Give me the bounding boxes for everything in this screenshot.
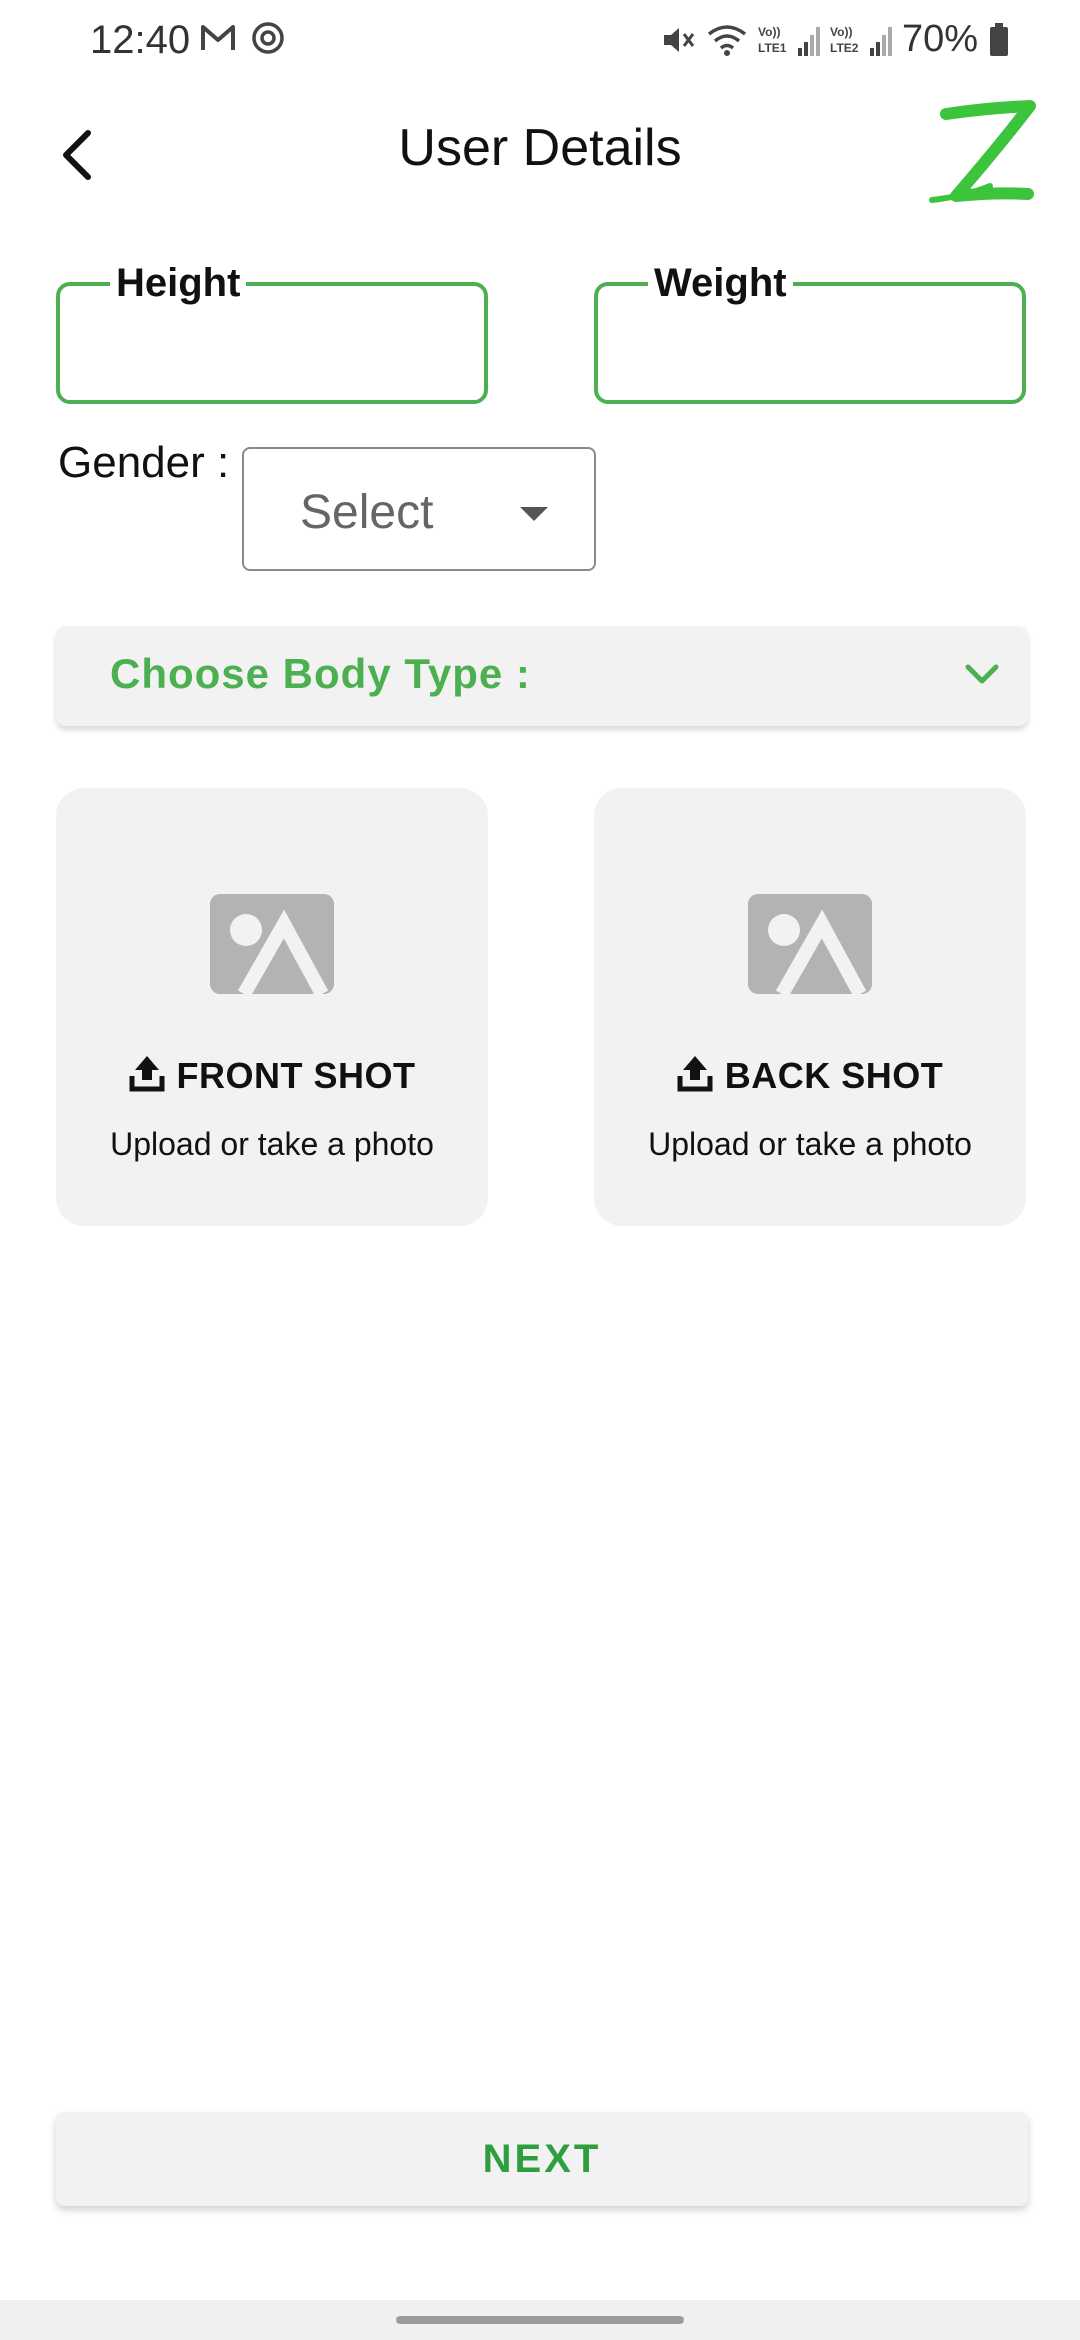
weight-input[interactable] [618,316,1002,376]
back-shot-subtitle: Upload or take a photo [648,1126,972,1162]
mute-icon [660,22,696,58]
wifi-icon [706,22,748,58]
front-shot-label: FRONT SHOT [176,1054,416,1096]
height-field[interactable]: Height [56,258,488,404]
signal-lte2-icon: Vo)) LTE2 [830,22,892,58]
svg-text:LTE1: LTE1 [758,41,787,55]
gender-label: Gender : [58,438,230,487]
svg-text:Vo)): Vo)) [758,25,780,39]
status-bar: 12:40 Vo)) LTE1 Vo)) LTE2 70% [0,0,1080,84]
svg-text:LTE2: LTE2 [830,41,859,55]
body-type-dropdown[interactable]: Choose Body Type : [56,626,1028,726]
signal-lte1-icon: Vo)) LTE1 [758,22,820,58]
status-time: 12:40 [90,18,191,62]
status-left-icons [200,20,286,56]
front-shot-subtitle: Upload or take a photo [110,1126,434,1162]
height-label: Height [110,258,247,308]
battery-percent: 70% [901,18,978,60]
front-shot-card[interactable]: FRONT SHOT Upload or take a photo [56,788,488,1226]
back-shot-title: BACK SHOT [594,1054,1026,1097]
image-placeholder-icon [210,894,334,999]
status-right: Vo)) LTE1 Vo)) LTE2 70% [660,18,1010,61]
back-shot-card[interactable]: BACK SHOT Upload or take a photo [594,788,1026,1226]
chevron-down-icon [964,662,1000,691]
upload-icon [677,1054,713,1097]
svg-text:Vo)): Vo)) [830,25,852,39]
gender-select-value: Select [300,486,434,539]
image-placeholder-icon [748,894,872,999]
caret-down-icon [520,507,548,526]
upload-icon [129,1054,165,1097]
weight-label: Weight [648,258,793,308]
navigation-bar [0,2300,1080,2340]
next-button[interactable]: NEXT [56,2112,1028,2206]
sync-icon [250,20,286,56]
battery-icon [988,22,1010,58]
height-input[interactable] [80,316,464,376]
home-handle[interactable] [396,2316,684,2324]
next-button-label: NEXT [482,2136,602,2181]
page-title: User Details [398,119,682,177]
gender-select[interactable]: Select [242,447,596,571]
front-shot-title: FRONT SHOT [56,1054,488,1097]
gmail-icon [200,23,236,53]
body-type-label: Choose Body Type : [110,650,531,697]
weight-field[interactable]: Weight [594,258,1026,404]
back-shot-label: BACK SHOT [724,1054,944,1096]
app-logo [926,100,1040,212]
